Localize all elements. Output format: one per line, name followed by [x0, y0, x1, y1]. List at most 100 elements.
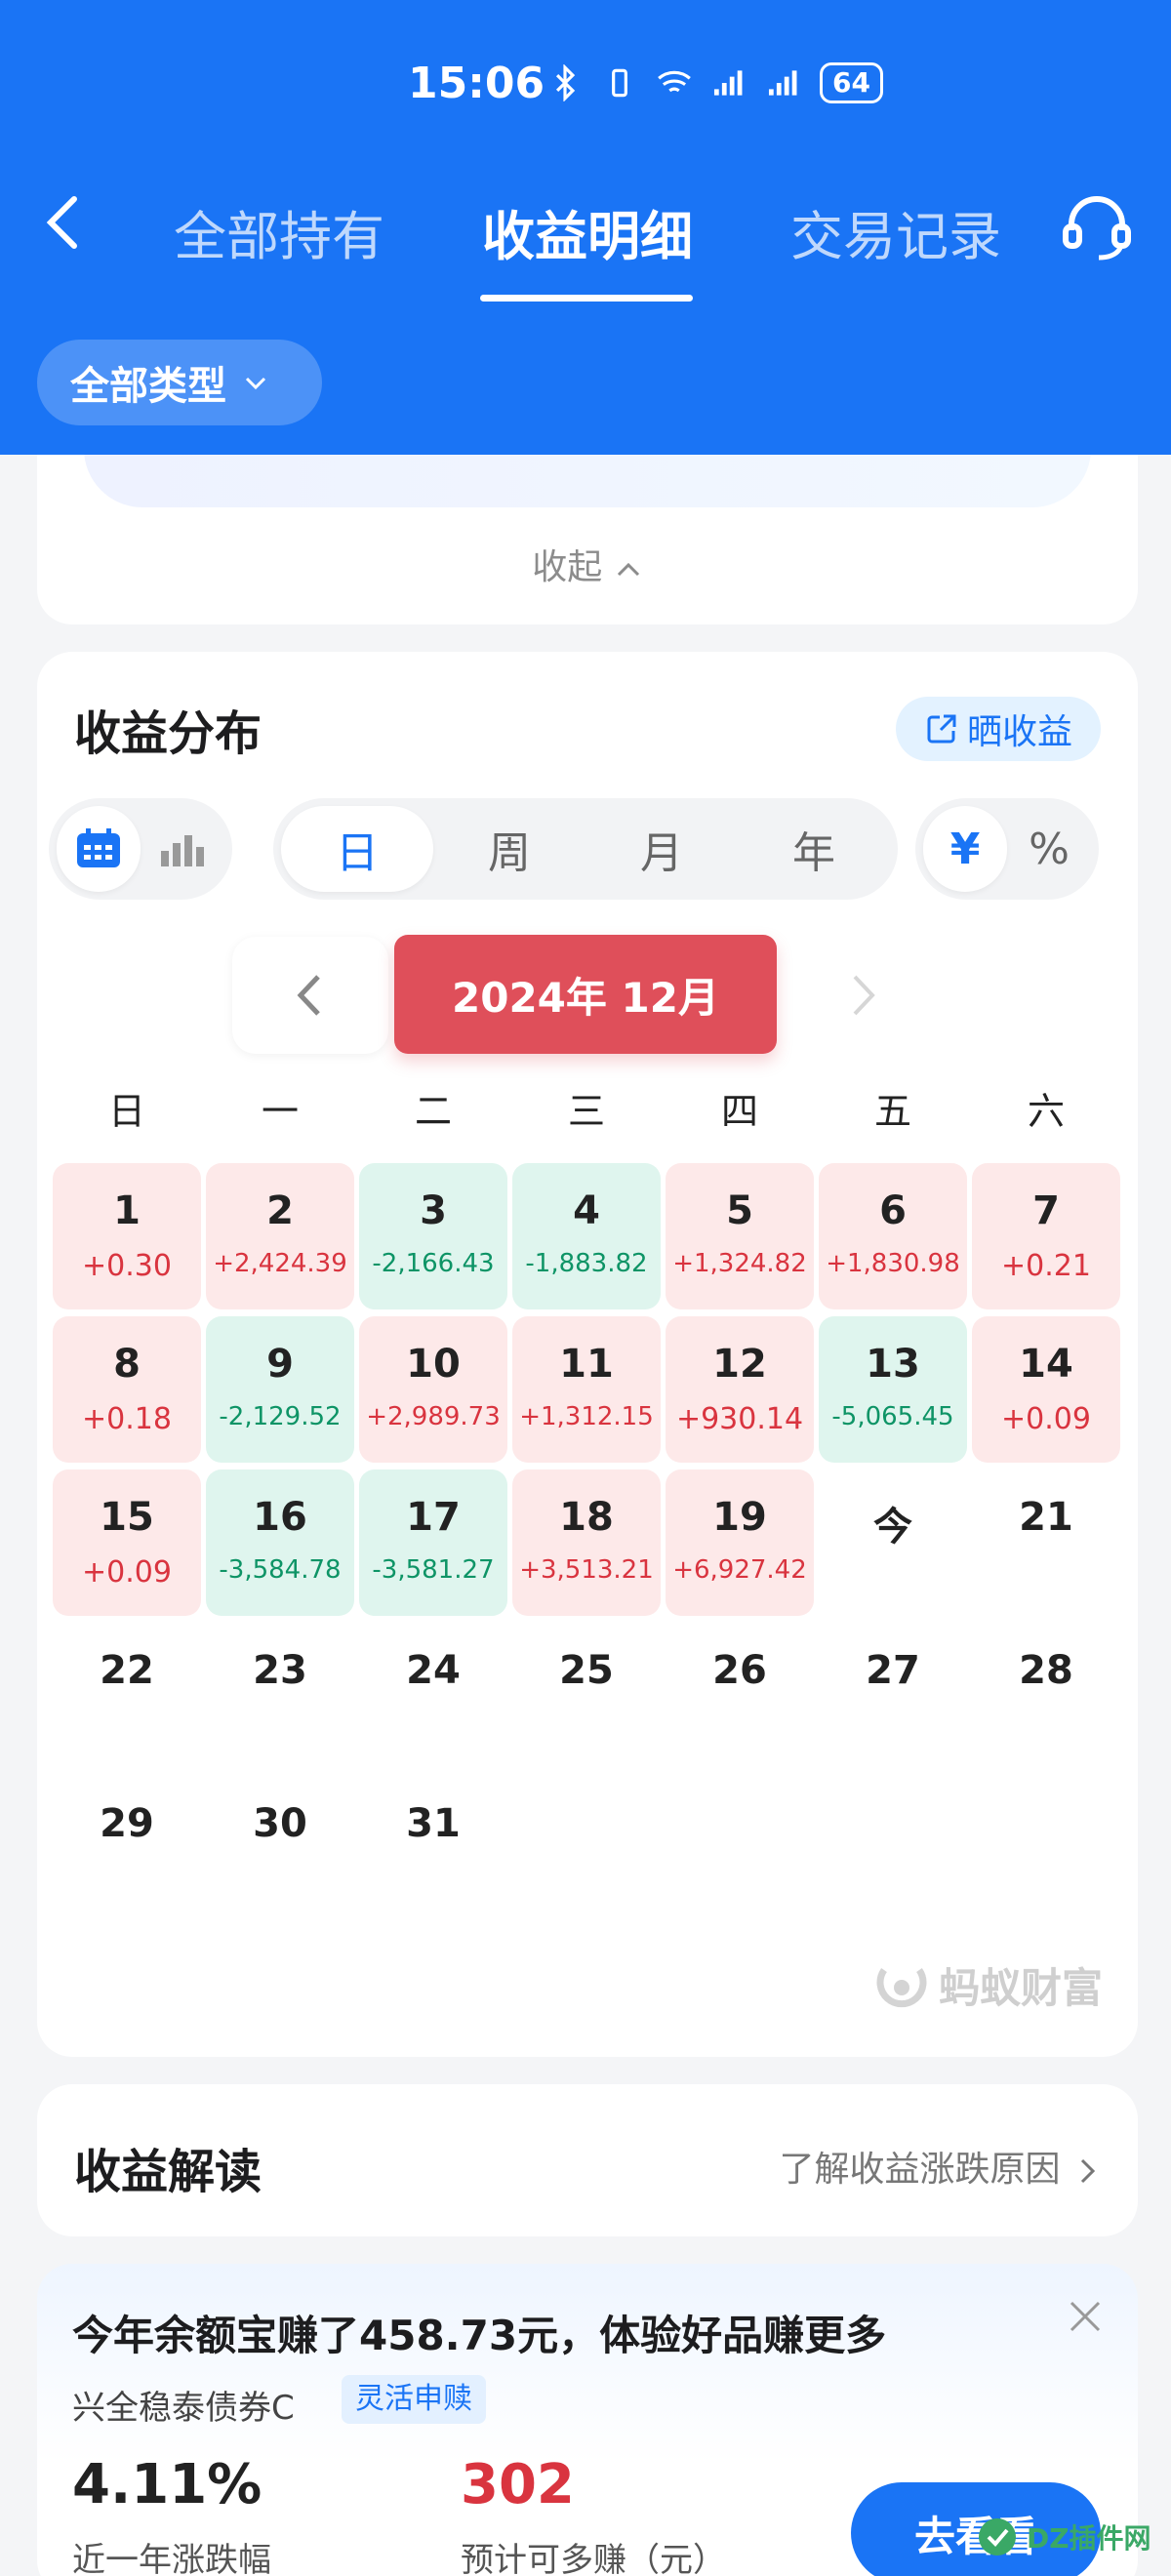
calendar-day-cell[interactable]: 17 -3,581.27: [359, 1469, 507, 1616]
calendar-day-cell[interactable]: 15 +0.09: [53, 1469, 201, 1616]
day-number: 29: [100, 1801, 154, 1846]
weekday-label: 六: [1027, 1090, 1065, 1133]
calendar-day-cell[interactable]: 今: [819, 1469, 967, 1616]
site-logo-icon: [979, 2518, 1016, 2556]
tab-transactions[interactable]: 交易记录: [790, 193, 1001, 270]
calendar-day-cell[interactable]: 19 +6,927.42: [666, 1469, 814, 1616]
day-income-value: -3,584.78: [219, 1555, 342, 1585]
period-selector: 日 周 月 年: [273, 798, 898, 900]
watermark-text: 蚂蚁财富: [938, 1964, 1103, 2012]
calendar-day-cell[interactable]: 23: [206, 1623, 354, 1769]
day-number: 31: [406, 1801, 461, 1846]
reading-title: 收益解读: [74, 2145, 262, 2199]
site-watermark: DZ插件网: [976, 2508, 1161, 2566]
calendar-day-cell[interactable]: 10 +2,989.73: [359, 1316, 507, 1463]
weekday-label: 一: [261, 1090, 299, 1133]
reading-link-label: 了解收益涨跌原因: [779, 2150, 1061, 2190]
calendar-day-cell[interactable]: 21: [972, 1469, 1120, 1616]
day-number: 17: [406, 1495, 461, 1540]
day-number: 27: [866, 1648, 920, 1693]
day-number: 8: [113, 1342, 141, 1387]
close-icon[interactable]: [1066, 2297, 1105, 2336]
current-month-label[interactable]: 2024年 12月: [394, 935, 777, 1054]
day-number: 22: [100, 1648, 154, 1693]
back-icon[interactable]: [37, 193, 96, 252]
view-toggle: [49, 798, 232, 900]
period-day[interactable]: 日: [281, 806, 433, 892]
day-income-value: -5,065.45: [831, 1402, 954, 1431]
calendar-day-cell[interactable]: 30: [206, 1776, 354, 1922]
unit-amount[interactable]: ¥: [923, 806, 1007, 892]
calendar-day-cell[interactable]: 7 +0.21: [972, 1163, 1120, 1309]
day-number: 14: [1019, 1342, 1073, 1387]
promo-title: 今年余额宝赚了458.73元，体验好品赚更多: [72, 2312, 887, 2359]
next-month-button[interactable]: [785, 937, 941, 1054]
one-year-change-value: 4.11%: [72, 2453, 262, 2516]
signal-4g-icon: [713, 70, 743, 96]
signal-4g-icon-2: [768, 70, 797, 96]
share-income-button[interactable]: 晒收益: [896, 697, 1101, 761]
weekday-label: 四: [720, 1090, 758, 1133]
calendar-day-cell[interactable]: 6 +1,830.98: [819, 1163, 967, 1309]
calendar-day-cell[interactable]: 11 +1,312.15: [512, 1316, 661, 1463]
calendar-day-cell[interactable]: 24: [359, 1623, 507, 1769]
calendar-view-button[interactable]: [57, 806, 141, 892]
day-number: 23: [253, 1648, 307, 1693]
day-number: 9: [266, 1342, 294, 1387]
day-income-value: +0.30: [82, 1249, 172, 1283]
tab-income-details[interactable]: 收益明细: [482, 193, 693, 270]
calendar-day-cell[interactable]: 12 +930.14: [666, 1316, 814, 1463]
period-year[interactable]: 年: [738, 806, 890, 892]
calendar-day-cell[interactable]: 27: [819, 1623, 967, 1769]
period-month[interactable]: 月: [586, 806, 738, 892]
day-number: 7: [1032, 1188, 1060, 1233]
battery-indicator: 64: [820, 62, 883, 103]
calendar-day-cell[interactable]: 28: [972, 1623, 1120, 1769]
calendar-day-cell[interactable]: 9 -2,129.52: [206, 1316, 354, 1463]
calendar-day-cell[interactable]: 2 +2,424.39: [206, 1163, 354, 1309]
chevron-up-icon: [617, 562, 639, 577]
tab-all-holdings[interactable]: 全部持有: [174, 193, 384, 270]
day-number: 21: [1019, 1495, 1073, 1540]
calendar-day-cell[interactable]: 16 -3,584.78: [206, 1469, 354, 1616]
calendar-day-cell[interactable]: 22: [53, 1623, 201, 1769]
calendar-day-cell[interactable]: 18 +3,513.21: [512, 1469, 661, 1616]
period-week[interactable]: 周: [433, 806, 586, 892]
day-income-value: +1,324.82: [672, 1249, 807, 1278]
calendar-day-cell[interactable]: 13 -5,065.45: [819, 1316, 967, 1463]
chevron-left-icon: [297, 975, 320, 1016]
day-income-value: +6,927.42: [672, 1555, 807, 1585]
status-time: 15:06: [408, 59, 545, 108]
reading-link[interactable]: 了解收益涨跌原因: [780, 2141, 1099, 2192]
calendar-day-cell[interactable]: 14 +0.09: [972, 1316, 1120, 1463]
calendar-day-cell[interactable]: 29: [53, 1776, 201, 1922]
calendar-day-cell[interactable]: 8 +0.18: [53, 1316, 201, 1463]
calendar-day-cell[interactable]: 5 +1,324.82: [666, 1163, 814, 1309]
collapse-button[interactable]: 收起: [37, 539, 1138, 589]
status-icons: 64: [546, 62, 883, 103]
day-number: 18: [559, 1495, 614, 1540]
calendar-day-cell[interactable]: 31: [359, 1776, 507, 1922]
day-income-value: -2,166.43: [372, 1249, 495, 1278]
calendar-day-cell[interactable]: 25: [512, 1623, 661, 1769]
chevron-right-icon: [1080, 2158, 1096, 2184]
prev-month-button[interactable]: [232, 937, 388, 1054]
day-number: 今: [873, 1505, 912, 1550]
type-filter-dropdown[interactable]: 全部类型: [37, 340, 322, 425]
chevron-down-icon: [245, 377, 266, 390]
calendar-day-cell[interactable]: 3 -2,166.43: [359, 1163, 507, 1309]
calendar-day-cell[interactable]: 4 -1,883.82: [512, 1163, 661, 1309]
weekday-label: 二: [414, 1090, 452, 1133]
day-number: 24: [406, 1648, 461, 1693]
day-income-value: +3,513.21: [519, 1555, 654, 1585]
top-nav: 全部持有 收益明细 交易记录: [0, 185, 1171, 302]
bar-chart-view-button[interactable]: [141, 806, 224, 892]
weekday-label: 日: [107, 1090, 145, 1133]
day-income-value: +0.21: [1001, 1249, 1091, 1283]
calendar-day-cell[interactable]: 26: [666, 1623, 814, 1769]
unit-percent[interactable]: %: [1007, 806, 1091, 892]
fund-tag: 灵活申赎: [342, 2375, 486, 2424]
calendar-day-cell[interactable]: 1 +0.30: [53, 1163, 201, 1309]
customer-service-icon[interactable]: [1062, 193, 1132, 262]
calendar-grid: 1 +0.30 2 +2,424.39 3 -2,166.43 4 -1,883.82 5 +1,…: [53, 1163, 1122, 1922]
